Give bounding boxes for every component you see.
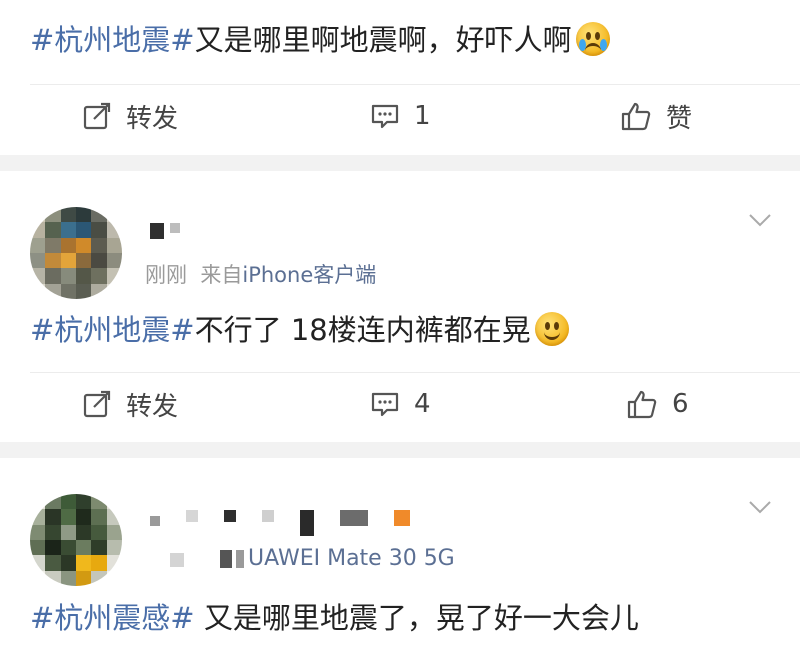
- post-2-text: #杭州地震#不行了 18楼连内裤都在晃: [30, 310, 569, 350]
- comment-icon: [371, 392, 399, 417]
- post-source[interactable]: UAWEI Mate 30 5G: [248, 546, 455, 571]
- source-prefix: 来自: [200, 263, 243, 287]
- username[interactable]: [150, 510, 410, 536]
- meta-obscured: [236, 550, 244, 568]
- comment-button[interactable]: 4: [370, 374, 431, 434]
- chevron-down-icon[interactable]: [748, 500, 772, 514]
- meta-obscured: [220, 550, 232, 568]
- smiling-face-emoji-icon: [534, 312, 569, 346]
- meta-obscured: [170, 553, 184, 567]
- comment-count: 4: [414, 389, 431, 419]
- like-button[interactable]: 赞: [620, 86, 692, 146]
- action-bar: 转发 1 赞: [0, 86, 800, 146]
- post-meta: 刚刚 来自iPhone客户端: [145, 259, 376, 289]
- post-1-text: #杭州地震#又是哪里啊地震啊，好吓人啊: [30, 20, 610, 60]
- repost-label: 转发: [126, 391, 179, 422]
- post-3-text: #杭州震感# 又是哪里地震了，晃了好一大会儿: [30, 598, 639, 638]
- crying-face-emoji-icon: [575, 22, 610, 56]
- topic-link[interactable]: #杭州地震#: [30, 313, 195, 347]
- topic-link[interactable]: #杭州地震#: [30, 23, 195, 57]
- repost-icon: [83, 390, 111, 418]
- comment-icon: [371, 104, 399, 129]
- post-2: 刚刚 来自iPhone客户端 #杭州地震#不行了 18楼连内裤都在晃 转发 4 …: [0, 171, 800, 442]
- thumbs-up-icon: [621, 102, 651, 131]
- action-bar: 转发 4 6: [0, 374, 800, 434]
- avatar[interactable]: [30, 207, 122, 299]
- thumbs-up-icon: [627, 390, 657, 419]
- post-source[interactable]: iPhone客户端: [242, 263, 376, 287]
- username[interactable]: [150, 223, 180, 239]
- post-body: 又是哪里啊地震啊，好吓人啊: [194, 23, 572, 57]
- post-1: #杭州地震#又是哪里啊地震啊，好吓人啊 转发 1 赞: [0, 0, 800, 155]
- repost-button[interactable]: 转发: [82, 86, 178, 146]
- like-count: 6: [672, 389, 689, 419]
- post-separator: [0, 155, 800, 171]
- repost-icon: [83, 102, 111, 130]
- post-meta: UAWEI Mate 30 5G: [170, 546, 455, 571]
- topic-link[interactable]: #杭州震感#: [30, 601, 195, 635]
- repost-button[interactable]: 转发: [82, 374, 178, 434]
- comment-count: 1: [414, 101, 431, 131]
- divider: [30, 84, 800, 85]
- like-button[interactable]: 6: [626, 374, 689, 434]
- like-label: 赞: [666, 103, 693, 134]
- avatar[interactable]: [30, 494, 122, 586]
- chevron-down-icon[interactable]: [748, 213, 772, 227]
- post-separator: [0, 442, 800, 458]
- divider: [30, 372, 800, 373]
- comment-button[interactable]: 1: [370, 86, 431, 146]
- post-body: 不行了 18楼连内裤都在晃: [194, 313, 531, 347]
- post-3: UAWEI Mate 30 5G #杭州震感# 又是哪里地震了，晃了好一大会儿: [0, 458, 800, 671]
- post-body: 又是哪里地震了，晃了好一大会儿: [194, 601, 639, 635]
- repost-label: 转发: [126, 103, 179, 134]
- post-time: 刚刚: [145, 263, 187, 287]
